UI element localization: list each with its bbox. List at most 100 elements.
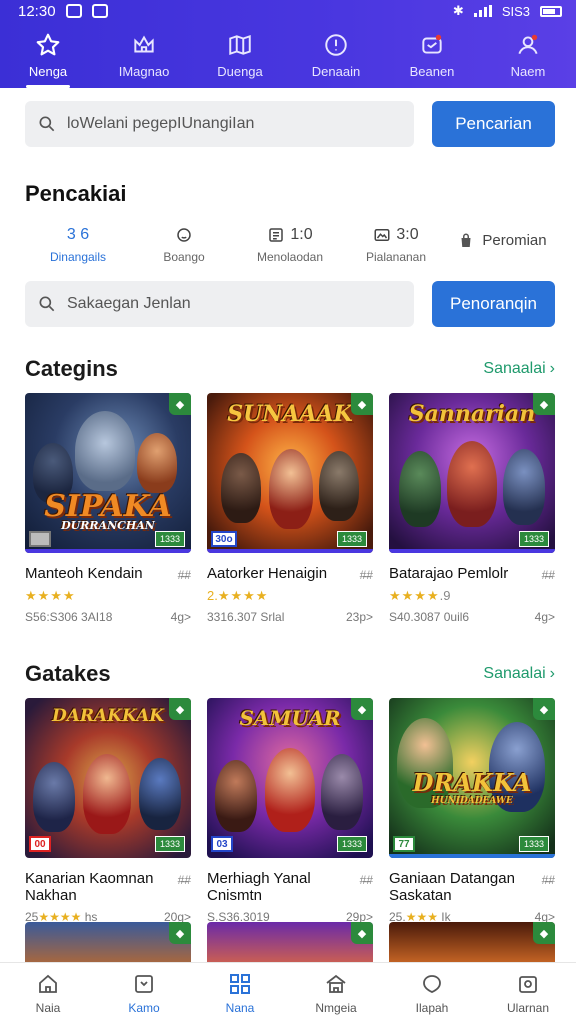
game-rating: 2.★★★★ <box>207 588 373 604</box>
game-card[interactable]: SUNAAAK 30o 1333 ◆ Aatorker Henaigin #̶# … <box>207 393 373 624</box>
game-name-line1: Merhiagh Yanal <box>207 870 311 887</box>
game-tag: 03 <box>211 836 233 852</box>
image-icon <box>374 229 390 241</box>
hash-icon: #̶# <box>359 873 373 887</box>
top-tab-nenga[interactable]: Nenga <box>0 22 96 88</box>
game-grid: DARAKKAK 00 1333 ◆ Kanarian Kaomnan Nakha… <box>25 698 555 924</box>
star-rating-icon: ★★★★ <box>389 588 440 603</box>
game-tag: 30o <box>211 531 237 547</box>
price-badge: 1333 <box>518 836 549 852</box>
status-time: 12:30 <box>18 2 56 20</box>
rating-value: .9 <box>439 588 451 603</box>
game-card[interactable]: DARAKKAK 00 1333 ◆ Kanarian Kaomnan Nakha… <box>25 698 191 924</box>
search-button[interactable]: Pencarian <box>432 101 555 147</box>
corner-badge-icon: ◆ <box>533 698 555 720</box>
search-icon <box>39 296 55 312</box>
filter-value: 3:0 <box>396 226 419 243</box>
top-tab-label: Nenga <box>28 63 68 79</box>
face-icon <box>177 228 191 242</box>
bottom-tab-nmgeia[interactable]: Nmgeia <box>288 963 384 1024</box>
page-title: Pencakiai <box>25 181 127 206</box>
price-badge: 1333 <box>336 531 367 547</box>
bottom-tab-nana[interactable]: Nana <box>192 963 288 1024</box>
game-thumbnail[interactable]: DARAKKAK 00 1333 ◆ <box>25 698 191 858</box>
game-thumbnail[interactable]: SAMUAR 03 1333 ◆ <box>207 698 373 858</box>
crown-icon <box>134 34 154 52</box>
search-input[interactable]: loWelani pegepIUnangiIan <box>25 101 414 147</box>
see-all-link[interactable]: Sanaalai › <box>483 665 555 683</box>
bottom-nav: Naia Kamo Nana Nmgeia Ilapah Ularnan <box>0 962 576 1024</box>
house-icon <box>326 974 346 993</box>
corner-badge-icon: ◆ <box>351 698 373 720</box>
game-thumbnail[interactable]: DRAKKA HUNIDADEAWE 77 1333 ◆ <box>389 698 555 858</box>
price-badge: 1333 <box>336 836 367 852</box>
star-icon <box>36 33 60 55</box>
notification-icon <box>422 34 442 54</box>
top-tab-duenga[interactable]: Duenga <box>192 22 288 88</box>
top-tab-denaain[interactable]: Denaain <box>288 22 384 88</box>
hash-icon: #̶# <box>541 568 555 582</box>
game-name-row: Aatorker Henaigin #̶# <box>207 565 373 584</box>
game-name: Manteoh Kendain <box>25 565 143 582</box>
game-thumbnail[interactable]: SUNAAAK 30o 1333 ◆ <box>207 393 373 553</box>
top-tab-bar: Nenga IMagnao Duenga Denaain Beanen Naem <box>0 22 576 88</box>
game-logo: DARAKKAK <box>51 706 165 726</box>
bottom-tab-ilapah[interactable]: Ilapah <box>384 963 480 1024</box>
hash-icon: #̶# <box>541 873 555 887</box>
game-count: 23p> <box>345 610 373 624</box>
top-tab-label: Beanen <box>409 63 455 79</box>
game-card[interactable]: DRAKKA HUNIDADEAWE 77 1333 ◆ Ganiaan Dat… <box>389 698 555 924</box>
filter-label: Dinangails <box>49 250 107 264</box>
app-icon <box>91 4 108 18</box>
star-rating-icon: ★★★★ <box>217 588 269 603</box>
search-button-secondary[interactable]: Penoranqin <box>432 281 555 327</box>
hash-icon: #̶# <box>177 568 191 582</box>
search-icon <box>39 116 55 132</box>
game-card[interactable]: Sannarian 1333 ◆ Batarajao Pemlolr #̶# ★★… <box>389 393 555 624</box>
filter-menolaodan[interactable]: 1:0 Menolaodan <box>237 226 343 270</box>
section-header: Categins Sanaalai › <box>25 356 555 382</box>
list-icon <box>269 228 284 242</box>
filter-label: Boango <box>163 250 205 264</box>
see-all-link[interactable]: Sanaalai › <box>483 360 555 378</box>
game-grid: SIPAKA DURRANCHAN 1333 ◆ Manteoh Kendain… <box>25 393 555 624</box>
filter-peromian[interactable]: Peromian <box>449 226 555 270</box>
game-meta-text: S56:S306 3AI18 <box>25 610 113 624</box>
game-thumbnail[interactable]: Sannarian 1333 ◆ <box>389 393 555 553</box>
hash-icon: #̶# <box>359 568 373 582</box>
bluetooth-icon: ✱ <box>452 3 464 18</box>
bottom-tab-label: Naia <box>35 1001 61 1015</box>
game-name: Kanarian Kaomnan Nakhan <box>25 870 153 904</box>
top-tab-label: Denaain <box>311 63 361 79</box>
filter-dinangails[interactable]: 3 6 Dinangails <box>25 226 131 270</box>
filter-pialananan[interactable]: 3:0 Pialananan <box>343 226 449 270</box>
circle-icon <box>423 975 441 993</box>
filter-label: Menolaodan <box>256 250 324 264</box>
signal-icon <box>473 5 492 17</box>
top-tab-naem[interactable]: Naem <box>480 22 576 88</box>
game-name-line2: Saskatan <box>389 887 452 904</box>
game-name-line2: Nakhan <box>25 887 77 904</box>
search-input-secondary[interactable]: Sakaegan Jenlan <box>25 281 414 327</box>
bottom-tab-naia[interactable]: Naia <box>0 963 96 1024</box>
search-placeholder: loWelani pegepIUnangiIan <box>67 115 255 132</box>
price-badge: 1333 <box>154 836 185 852</box>
game-name-line1: Kanarian Kaomnan <box>25 870 154 887</box>
game-card[interactable]: SIPAKA DURRANCHAN 1333 ◆ Manteoh Kendain… <box>25 393 191 624</box>
game-rating: ★★★★ <box>25 588 191 604</box>
game-name-row: Kanarian Kaomnan Nakhan #̶# <box>25 870 191 904</box>
section-title: Gatakes <box>25 661 111 686</box>
bottom-tab-kamo[interactable]: Kamo <box>96 963 192 1024</box>
top-tab-imagnao[interactable]: IMagnao <box>96 22 192 88</box>
bottom-tab-ularnan[interactable]: Ularnan <box>480 963 576 1024</box>
game-rating: ★★★★.9 <box>389 588 555 604</box>
game-card[interactable]: SAMUAR 03 1333 ◆ Merhiagh Yanal Cnismtn #̶… <box>207 698 373 924</box>
top-tab-beanen[interactable]: Beanen <box>384 22 480 88</box>
game-count: 4g> <box>170 610 191 624</box>
game-thumbnail[interactable]: SIPAKA DURRANCHAN 1333 ◆ <box>25 393 191 553</box>
hash-icon: #̶# <box>177 873 191 887</box>
game-tag <box>29 531 51 547</box>
filter-value: 1:0 <box>290 226 313 243</box>
filter-boango[interactable]: Boango <box>131 226 237 270</box>
game-meta: S56:S306 3AI18 4g> <box>25 610 191 624</box>
